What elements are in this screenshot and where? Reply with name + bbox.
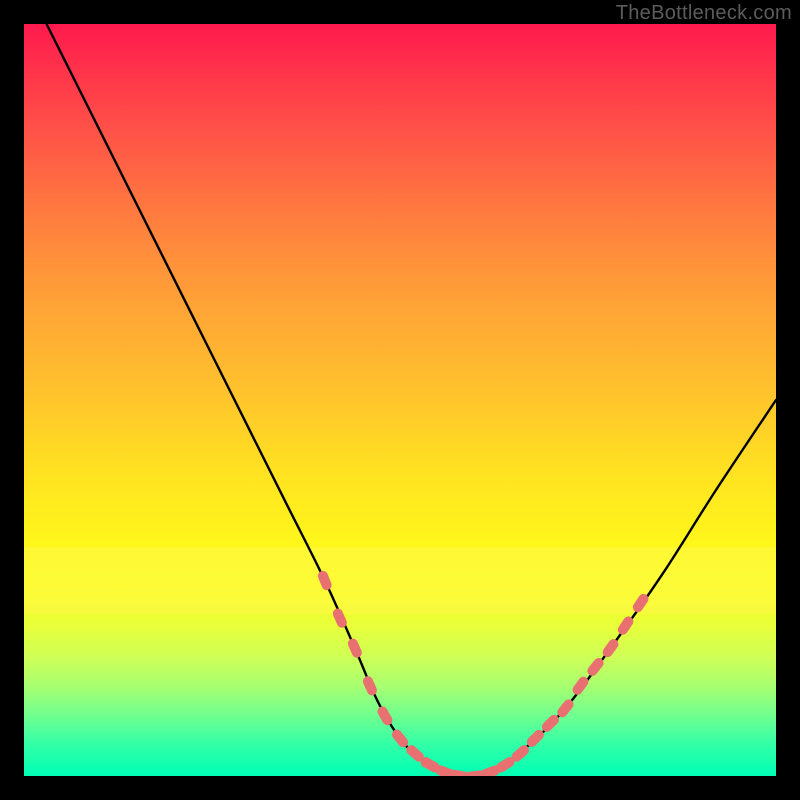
curve-dot [361, 675, 378, 697]
curve-layer [47, 24, 776, 776]
curve-dot [376, 705, 395, 727]
watermark-text: TheBottleneck.com [616, 2, 792, 25]
dots-layer [316, 569, 650, 776]
chart-svg [24, 24, 776, 776]
curve-dot [346, 637, 363, 659]
curve-dot [316, 569, 333, 591]
bottleneck-curve-path [47, 24, 776, 776]
